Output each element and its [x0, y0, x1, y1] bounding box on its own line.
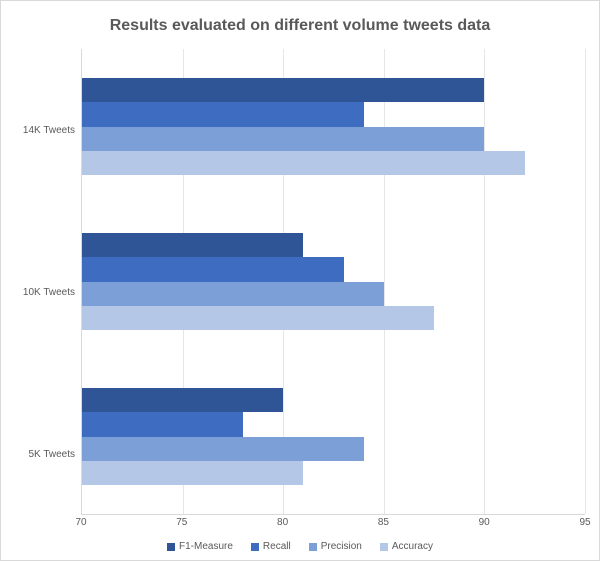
y-tick: 5K Tweets [28, 449, 75, 460]
chart-title: Results evaluated on different volume tw… [15, 17, 585, 35]
bar [82, 388, 283, 412]
bar [82, 282, 384, 306]
bar [82, 127, 484, 151]
bar [82, 461, 303, 485]
bar [82, 257, 344, 281]
legend-label: Recall [263, 541, 291, 552]
legend-swatch-icon [167, 543, 175, 551]
legend-item: Precision [309, 541, 362, 552]
bar [82, 306, 434, 330]
legend-label: F1-Measure [179, 541, 233, 552]
bar-group-inner [82, 388, 585, 484]
y-axis: 14K Tweets 10K Tweets 5K Tweets [15, 49, 81, 535]
legend-item: Recall [251, 541, 291, 552]
bar [82, 437, 364, 461]
legend-swatch-icon [251, 543, 259, 551]
x-tick: 85 [378, 517, 389, 528]
bar [82, 233, 303, 257]
legend-label: Precision [321, 541, 362, 552]
legend-swatch-icon [380, 543, 388, 551]
bar-group [82, 359, 585, 514]
bar [82, 412, 243, 436]
legend-label: Accuracy [392, 541, 433, 552]
bar-group [82, 49, 585, 204]
plot-wrap: 707580859095 [81, 49, 585, 535]
legend-item: F1-Measure [167, 541, 233, 552]
chart-frame: Results evaluated on different volume tw… [0, 0, 600, 561]
gridline [585, 49, 586, 514]
bar [82, 151, 525, 175]
legend-swatch-icon [309, 543, 317, 551]
bar-group-inner [82, 78, 585, 174]
legend-item: Accuracy [380, 541, 433, 552]
bar-group-inner [82, 233, 585, 329]
bar-group [82, 204, 585, 359]
x-tick: 75 [176, 517, 187, 528]
chart-body: 14K Tweets 10K Tweets 5K Tweets 70 75 80 85… [15, 49, 585, 535]
y-tick: 10K Tweets [23, 287, 75, 298]
bar [82, 78, 484, 102]
bar-groups [82, 49, 585, 514]
bar [82, 102, 364, 126]
x-tick: 90 [479, 517, 490, 528]
legend: F1-Measure Recall Precision Accuracy [15, 541, 585, 552]
x-tick: 70 [75, 517, 86, 528]
x-tick: 95 [579, 517, 590, 528]
plot-area [81, 49, 585, 515]
y-tick: 14K Tweets [23, 125, 75, 136]
x-tick: 80 [277, 517, 288, 528]
x-axis: 707580859095 [81, 515, 585, 535]
